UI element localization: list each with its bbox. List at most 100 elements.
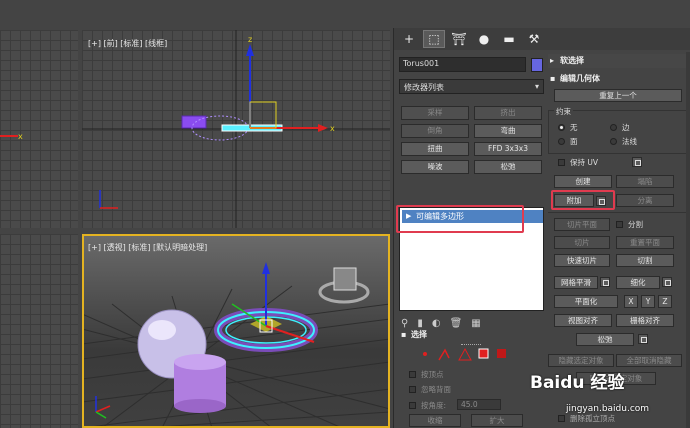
detach-button[interactable]: 分离 bbox=[616, 194, 674, 207]
constraint-face-radio[interactable] bbox=[558, 138, 565, 145]
preserve-uv-checkbox[interactable] bbox=[558, 159, 565, 166]
viewport-left-bottom[interactable] bbox=[0, 234, 78, 428]
reset-plane-button[interactable]: 重置平面 bbox=[616, 236, 674, 249]
planar-z-button[interactable]: Z bbox=[658, 295, 672, 308]
modifier-button-8[interactable]: 松弛 bbox=[474, 160, 542, 174]
soft-selection-header[interactable]: ▸ 软选择 bbox=[548, 54, 688, 68]
create-button[interactable]: 创建 bbox=[554, 175, 612, 188]
highlight-attach bbox=[551, 190, 615, 210]
by-vertex-checkbox[interactable] bbox=[409, 371, 416, 378]
selection-rollout-header[interactable]: ▪ 选择 bbox=[399, 328, 544, 342]
viewport-perspective-label[interactable]: [+] [透视] [标准] [默认明暗处理] bbox=[88, 242, 207, 253]
svg-text:z: z bbox=[248, 35, 252, 44]
collapse-button[interactable]: 塌陷 bbox=[616, 175, 674, 188]
edit-geometry-header[interactable]: ▪ 编辑几何体 bbox=[548, 72, 688, 86]
viewport-front-label[interactable]: [+] [前] [标准] [线框] bbox=[88, 38, 167, 49]
top-strip bbox=[0, 0, 690, 28]
front-scene: x z bbox=[82, 30, 390, 228]
constraint-normal-label: 法线 bbox=[622, 137, 637, 146]
utilities-icon[interactable]: ⚒ bbox=[523, 30, 545, 48]
slice-plane-button[interactable]: 切片平面 bbox=[554, 218, 610, 231]
modifier-list-label: 修改器列表 bbox=[404, 83, 444, 92]
repeat-last-button[interactable]: 重复上一个 bbox=[554, 89, 682, 102]
viewport-left-top[interactable]: x bbox=[0, 30, 78, 228]
modify-icon[interactable]: ⬚ bbox=[423, 30, 445, 48]
constraints-label: 约束 bbox=[554, 106, 573, 117]
expand-icon: ▸ bbox=[550, 56, 555, 65]
svg-text:x: x bbox=[330, 124, 335, 133]
planar-x-button[interactable]: X bbox=[624, 295, 638, 308]
by-angle-label: 按角度: bbox=[421, 401, 447, 410]
watermark-url: jingyan.baidu.com bbox=[566, 404, 650, 414]
modifier-button-2[interactable]: 挤出 bbox=[474, 106, 542, 120]
tessellate-settings-icon[interactable] bbox=[662, 277, 672, 287]
modifier-button-7[interactable]: 噪波 bbox=[401, 160, 469, 174]
view-align-button[interactable]: 视图对齐 bbox=[554, 314, 612, 327]
motion-icon[interactable]: ● bbox=[473, 30, 495, 48]
create-icon[interactable]: + bbox=[398, 30, 420, 48]
modifier-button-3[interactable]: 倒角 bbox=[401, 124, 469, 138]
by-vertex-label: 按顶点 bbox=[421, 370, 444, 379]
constraint-edge-radio[interactable] bbox=[610, 124, 617, 131]
unhide-all-button[interactable]: 全部取消隐藏 bbox=[616, 354, 682, 367]
by-angle-checkbox[interactable] bbox=[409, 402, 416, 409]
grow-button[interactable]: 扩大 bbox=[471, 414, 523, 427]
viewport-front[interactable]: x z [+] [前] [标准] [线框] bbox=[82, 30, 390, 228]
command-tabs: + ⬚ ⛩ ● ▬ ⚒ bbox=[394, 28, 690, 50]
constraint-none-radio[interactable] bbox=[558, 124, 565, 131]
delete-isolated-checkbox[interactable] bbox=[558, 415, 565, 422]
tessellate-button[interactable]: 细化 bbox=[616, 276, 660, 289]
slice-button[interactable]: 切片 bbox=[554, 236, 610, 249]
preserve-uv-settings-icon[interactable] bbox=[632, 157, 642, 167]
modifier-list-dropdown[interactable]: 修改器列表 ▾ bbox=[399, 79, 544, 94]
quickslice-button[interactable]: 快速切片 bbox=[554, 254, 610, 267]
angle-value: 45.0 bbox=[461, 400, 478, 409]
preserve-uv-label: 保持 UV bbox=[570, 158, 599, 167]
modifier-button-4[interactable]: 弯曲 bbox=[474, 124, 542, 138]
meshsmooth-button[interactable]: 网格平滑 bbox=[554, 276, 598, 289]
object-color-swatch[interactable] bbox=[531, 58, 543, 72]
soft-selection-title: 软选择 bbox=[560, 56, 584, 65]
cut-button[interactable]: 切割 bbox=[616, 254, 674, 267]
display-icon[interactable]: ▬ bbox=[498, 30, 520, 48]
relax-settings-icon[interactable] bbox=[638, 334, 648, 344]
split-checkbox[interactable] bbox=[616, 221, 623, 228]
constraint-face-label: 面 bbox=[570, 137, 578, 146]
collapse-icon: ▪ bbox=[550, 74, 556, 83]
svg-text:x: x bbox=[18, 132, 23, 141]
ignore-backface-checkbox[interactable] bbox=[409, 386, 416, 393]
edit-geometry-title: 编辑几何体 bbox=[560, 74, 600, 83]
grid-align-button[interactable]: 栅格对齐 bbox=[616, 314, 674, 327]
3dsmax-window: x x z [+] [前] [标准] [线框] [+] [透视] [标准] [默… bbox=[0, 0, 690, 428]
delete-isolated-label: 删除孤立顶点 bbox=[570, 414, 615, 423]
constraint-edge-label: 边 bbox=[622, 123, 630, 132]
hide-selected-button[interactable]: 隐藏选定对象 bbox=[548, 354, 614, 367]
make-planar-button[interactable]: 平面化 bbox=[554, 295, 618, 308]
shrink-button[interactable]: 收缩 bbox=[409, 414, 461, 427]
ignore-backface-label: 忽略背面 bbox=[421, 385, 451, 394]
panel-scrollbar[interactable] bbox=[686, 52, 690, 428]
subobject-icons[interactable] bbox=[419, 346, 559, 362]
dropdown-arrow-icon: ▾ bbox=[534, 82, 539, 91]
highlight-stack-item bbox=[396, 205, 524, 233]
axis-gizmo: x bbox=[0, 132, 23, 141]
divider bbox=[548, 212, 688, 214]
planar-y-button[interactable]: Y bbox=[641, 295, 655, 308]
selection-rollout: ▪ 选择 按顶点 忽略背面 按角度: 45.0 收缩 扩大 bbox=[399, 328, 544, 428]
split-label: 分割 bbox=[628, 220, 643, 229]
constraint-none-label: 无 bbox=[570, 123, 578, 132]
constraint-normal-radio[interactable] bbox=[610, 138, 617, 145]
object-name-field[interactable]: Torus001 bbox=[399, 57, 526, 72]
modifier-button-5[interactable]: 扭曲 bbox=[401, 142, 469, 156]
modifier-button-6[interactable]: FFD 3x3x3 bbox=[474, 142, 542, 156]
baidu-watermark: Baidu 经验 bbox=[530, 373, 625, 393]
meshsmooth-settings-icon[interactable] bbox=[600, 277, 610, 287]
hierarchy-icon[interactable]: ⛩ bbox=[448, 30, 470, 48]
relax-button[interactable]: 松弛 bbox=[576, 333, 634, 346]
modifier-button-1[interactable]: 采样 bbox=[401, 106, 469, 120]
perspective-scene bbox=[82, 262, 390, 428]
collapse-icon: ▪ bbox=[401, 330, 407, 339]
selection-title: 选择 bbox=[411, 330, 427, 339]
angle-spinner[interactable]: 45.0 bbox=[457, 399, 501, 410]
viewport-perspective[interactable]: [+] [透视] [标准] [默认明暗处理] bbox=[82, 234, 390, 428]
